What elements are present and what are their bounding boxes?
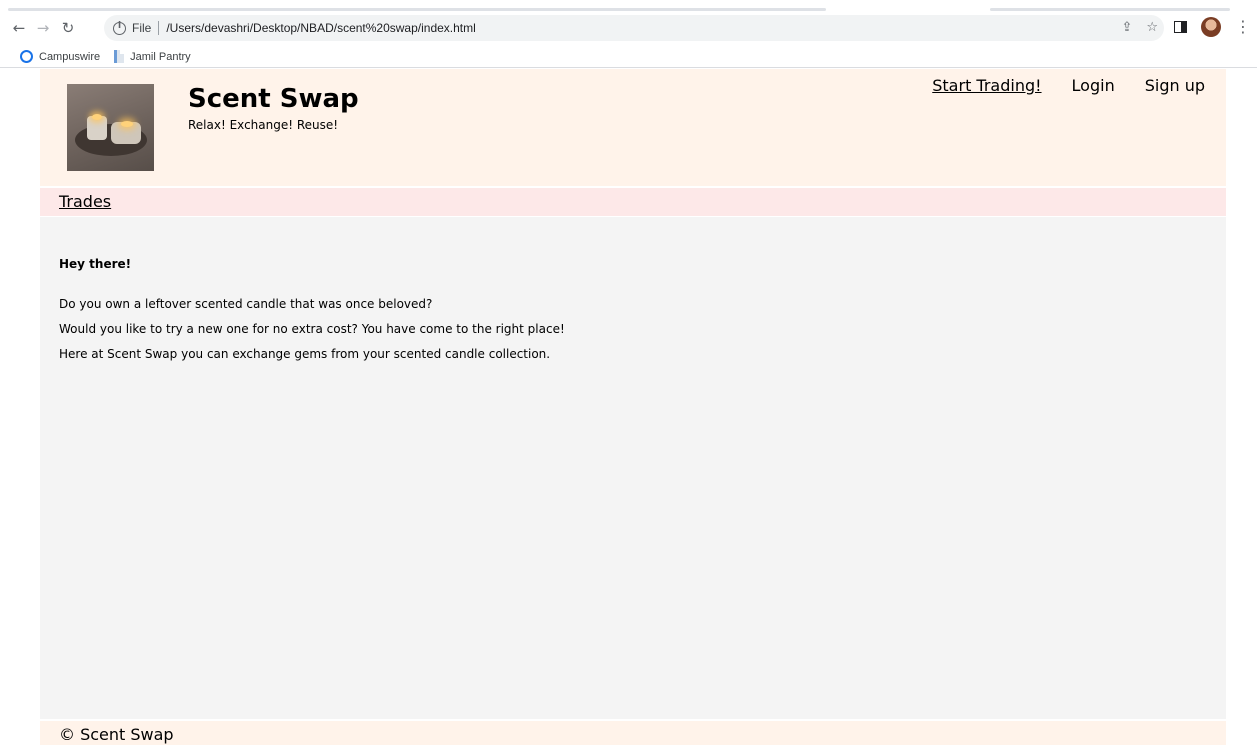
copyright-text: © Scent Swap [59, 725, 174, 744]
tab-indicator [990, 8, 1230, 11]
share-icon[interactable]: ⇪ [1121, 19, 1132, 37]
bookmark-campuswire[interactable]: Campuswire [20, 50, 100, 63]
profile-avatar[interactable] [1201, 17, 1221, 37]
candle-logo-image [67, 84, 154, 171]
address-bar[interactable]: File /Users/devashri/Desktop/NBAD/scent%… [104, 15, 1164, 41]
kebab-menu-icon[interactable]: ⋮ [1235, 18, 1251, 36]
top-nav: Start Trading! Login Sign up [932, 76, 1205, 95]
bookmarks-bar: Campuswire Jamil Pantry [0, 46, 1257, 68]
bookmark-jamil-pantry[interactable]: Jamil Pantry [114, 50, 191, 63]
main-content: Hey there! Do you own a leftover scented… [40, 217, 1226, 719]
logo-flame [121, 121, 133, 127]
login-link[interactable]: Login [1072, 76, 1115, 95]
intro-text: Do you own a leftover scented candle tha… [59, 297, 565, 372]
reload-icon[interactable]: ↻ [57, 17, 79, 39]
sub-nav: Trades [40, 188, 1226, 216]
tab-indicator [8, 8, 826, 11]
arrow-left-icon[interactable]: ← [8, 17, 30, 39]
greeting-heading: Hey there! [59, 257, 132, 271]
bookmark-label: Campuswire [39, 50, 101, 63]
logo-flame [92, 114, 102, 120]
signup-link[interactable]: Sign up [1145, 76, 1205, 95]
site-title: Scent Swap [188, 84, 359, 114]
side-panel-icon[interactable] [1174, 21, 1187, 33]
trades-link[interactable]: Trades [59, 192, 111, 211]
document-icon [114, 50, 125, 63]
url-scheme: File [132, 21, 152, 35]
intro-paragraph: Do you own a leftover scented candle tha… [59, 297, 433, 311]
browser-toolbar: ← → ↻ File /Users/devashri/Desktop/NBAD/… [0, 12, 1257, 44]
omnibox-actions: ⇪ ☆ [1121, 19, 1158, 37]
toolbar-actions: ⋮ [1174, 17, 1251, 37]
intro-paragraph: Would you like to try a new one for no e… [59, 322, 565, 336]
url-divider [158, 21, 160, 35]
arrow-right-icon[interactable]: → [32, 17, 54, 39]
page-viewport: Scent Swap Relax! Exchange! Reuse! Start… [0, 69, 1257, 745]
intro-paragraph: Here at Scent Swap you can exchange gems… [59, 347, 551, 361]
star-icon[interactable]: ☆ [1146, 19, 1158, 37]
bookmark-label: Jamil Pantry [130, 50, 191, 63]
site-footer: © Scent Swap [40, 721, 1226, 745]
info-icon[interactable] [113, 21, 126, 35]
site-tagline: Relax! Exchange! Reuse! [188, 118, 339, 132]
tab-strip [0, 0, 1257, 12]
site-header: Scent Swap Relax! Exchange! Reuse! Start… [40, 69, 1226, 186]
start-trading-link[interactable]: Start Trading! [932, 76, 1041, 95]
campuswire-icon [20, 50, 33, 63]
url-text[interactable]: /Users/devashri/Desktop/NBAD/scent%20swa… [166, 21, 475, 35]
